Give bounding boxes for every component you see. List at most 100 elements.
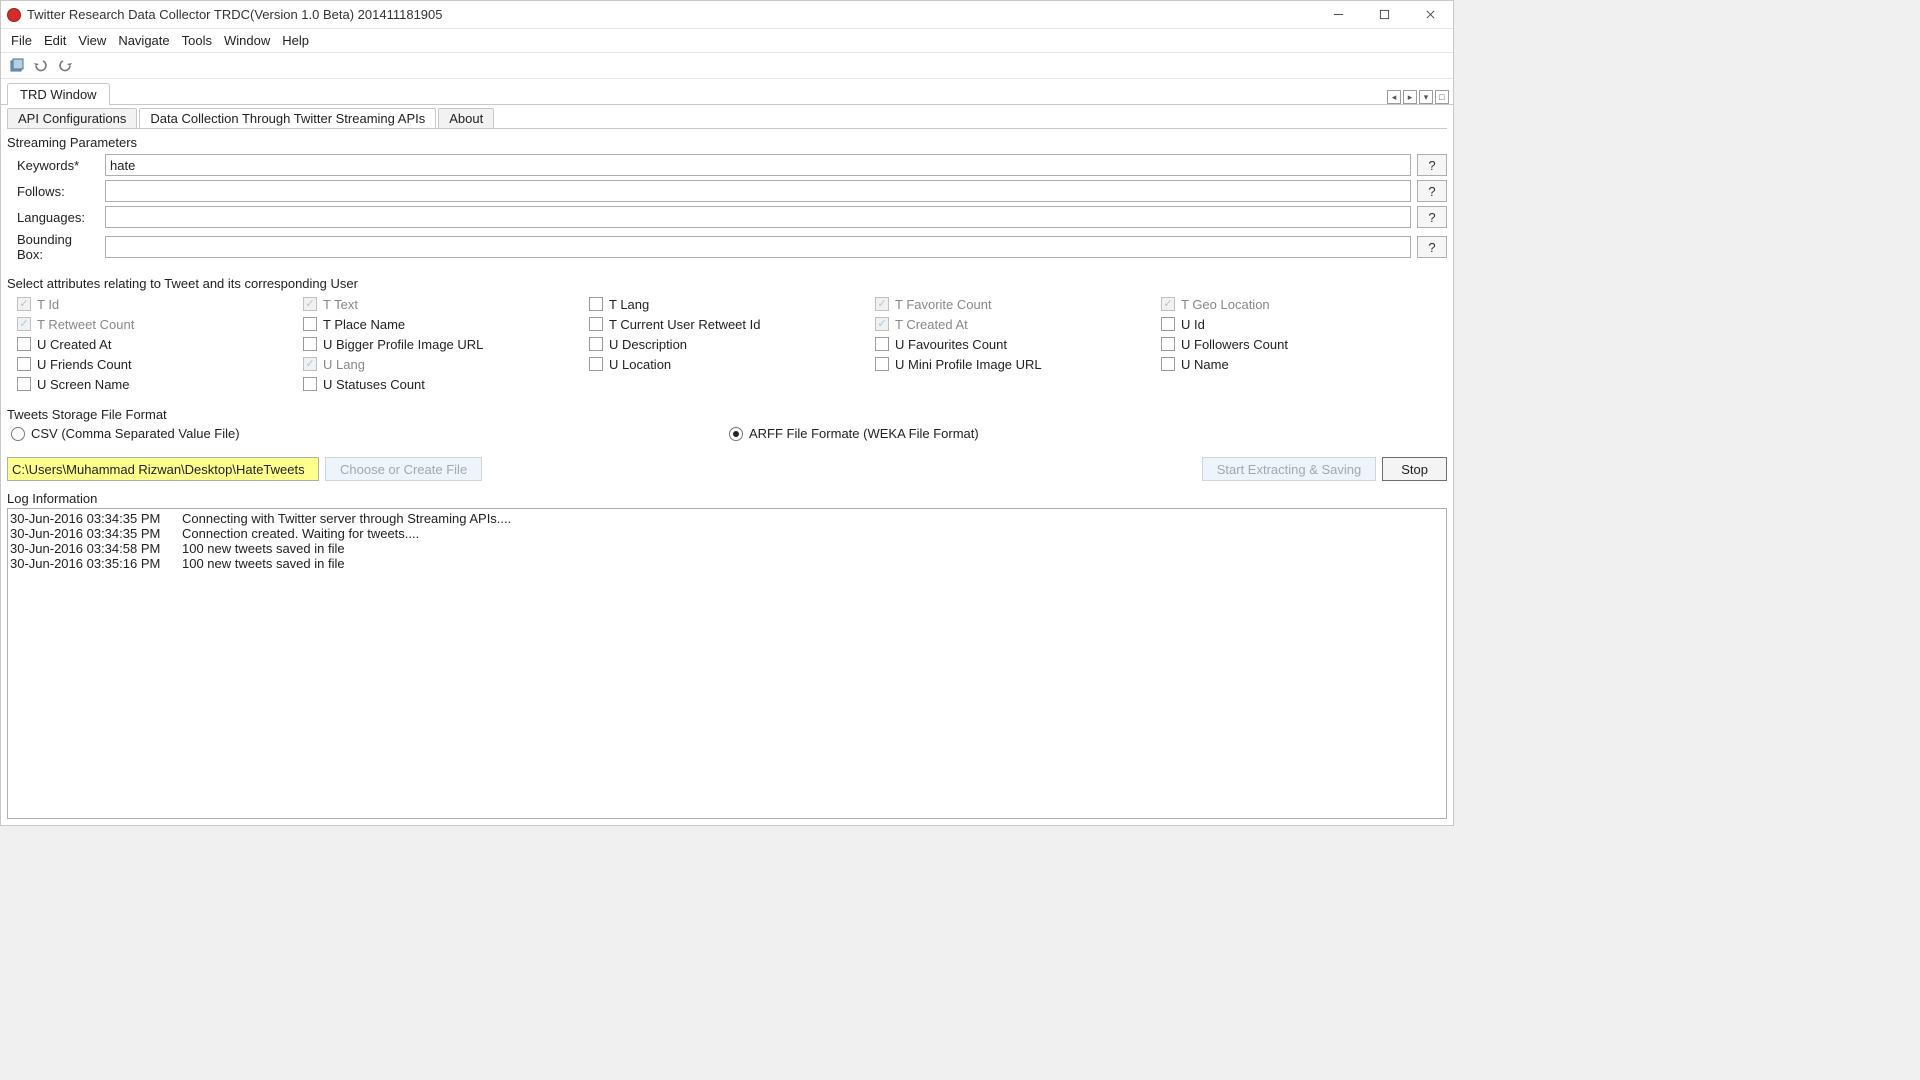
checkbox-u-followers-count[interactable]: U Followers Count (1161, 335, 1447, 353)
keywords-row: Keywords* ? (7, 154, 1447, 176)
menu-tools[interactable]: Tools (176, 33, 218, 48)
minimize-button[interactable] (1315, 1, 1361, 28)
menu-window[interactable]: Window (218, 33, 276, 48)
empty-cell (1161, 375, 1447, 393)
tab-api-configurations[interactable]: API Configurations (7, 108, 137, 128)
application-window: Twitter Research Data Collector TRDC(Ver… (0, 0, 1454, 826)
checkbox-u-location[interactable]: U Location (589, 355, 875, 373)
menu-help[interactable]: Help (276, 33, 315, 48)
languages-input[interactable] (105, 206, 1411, 228)
editor-tabs: TRD Window ◂ ▸ ▾ □ (1, 79, 1453, 105)
start-extracting-button[interactable]: Start Extracting & Saving (1202, 457, 1377, 481)
menu-edit[interactable]: Edit (38, 33, 72, 48)
dropdown-icon[interactable]: ▾ (1419, 90, 1433, 104)
stop-button[interactable]: Stop (1382, 457, 1447, 481)
keywords-label: Keywords* (7, 158, 99, 173)
checkbox-u-friends-count[interactable]: U Friends Count (17, 355, 303, 373)
menu-view[interactable]: View (72, 33, 112, 48)
log-box[interactable]: 30-Jun-2016 03:34:35 PMConnecting with T… (7, 508, 1447, 819)
close-button[interactable] (1407, 1, 1453, 28)
menu-file[interactable]: File (5, 33, 38, 48)
editor-tab-trd-window[interactable]: TRD Window (7, 83, 110, 105)
log-message: Connection created. Waiting for tweets..… (182, 526, 419, 541)
checkbox-t-current-user-retweet-id[interactable]: T Current User Retweet Id (589, 315, 875, 333)
attributes-grid: T IdT TextT LangT Favorite CountT Geo Lo… (7, 295, 1447, 393)
checkbox-u-description[interactable]: U Description (589, 335, 875, 353)
tab-data-collection[interactable]: Data Collection Through Twitter Streamin… (139, 108, 436, 128)
keywords-help-button[interactable]: ? (1417, 154, 1447, 176)
checkbox-label: U Created At (37, 337, 111, 352)
checkbox-u-favourites-count[interactable]: U Favourites Count (875, 335, 1161, 353)
checkbox-t-retweet-count: T Retweet Count (17, 315, 303, 333)
languages-help-button[interactable]: ? (1417, 206, 1447, 228)
redo-icon[interactable] (55, 56, 75, 76)
checkbox-label: U Id (1181, 317, 1205, 332)
action-row: C:\Users\Muhammad Rizwan\Desktop\HateTwe… (7, 457, 1447, 481)
checkbox-box-icon (303, 337, 317, 351)
editor-tab-controls: ◂ ▸ ▾ □ (1385, 90, 1453, 104)
keywords-input[interactable] (105, 154, 1411, 176)
checkbox-box-icon (1161, 297, 1175, 311)
menu-bar: File Edit View Navigate Tools Window Hel… (1, 29, 1453, 53)
radio-arff[interactable]: ARFF File Formate (WEKA File Format) (729, 426, 979, 441)
radio-csv[interactable]: CSV (Comma Separated Value File) (11, 426, 729, 441)
bounding-box-help-button[interactable]: ? (1417, 236, 1447, 258)
checkbox-box-icon (303, 317, 317, 331)
editor-tab-label: TRD Window (20, 87, 97, 102)
checkbox-u-mini-profile-image-url[interactable]: U Mini Profile Image URL (875, 355, 1161, 373)
bounding-box-input[interactable] (105, 236, 1411, 258)
filepath-field[interactable]: C:\Users\Muhammad Rizwan\Desktop\HateTwe… (7, 457, 319, 481)
checkbox-label: U Followers Count (1181, 337, 1288, 352)
follows-label: Follows: (7, 184, 99, 199)
checkbox-box-icon (303, 377, 317, 391)
radio-arff-label: ARFF File Formate (WEKA File Format) (749, 426, 979, 441)
checkbox-t-text: T Text (303, 295, 589, 313)
toolbar (1, 53, 1453, 79)
attributes-title: Select attributes relating to Tweet and … (7, 276, 1447, 291)
maximize-pane-icon[interactable]: □ (1435, 90, 1449, 104)
checkbox-label: U Screen Name (37, 377, 129, 392)
checkbox-u-screen-name[interactable]: U Screen Name (17, 375, 303, 393)
checkbox-t-created-at: T Created At (875, 315, 1161, 333)
follows-input[interactable] (105, 180, 1411, 202)
content-area: API Configurations Data Collection Throu… (1, 105, 1453, 825)
checkbox-u-created-at[interactable]: U Created At (17, 335, 303, 353)
checkbox-label: U Description (609, 337, 687, 352)
checkbox-u-name[interactable]: U Name (1161, 355, 1447, 373)
checkbox-box-icon (875, 337, 889, 351)
checkbox-u-bigger-profile-image-url[interactable]: U Bigger Profile Image URL (303, 335, 589, 353)
checkbox-box-icon (589, 337, 603, 351)
log-timestamp: 30-Jun-2016 03:35:16 PM (10, 556, 182, 571)
follows-help-button[interactable]: ? (1417, 180, 1447, 202)
log-timestamp: 30-Jun-2016 03:34:35 PM (10, 526, 182, 541)
tab-about[interactable]: About (438, 108, 494, 128)
checkbox-u-id[interactable]: U Id (1161, 315, 1447, 333)
checkbox-t-place-name[interactable]: T Place Name (303, 315, 589, 333)
log-message: 100 new tweets saved in file (182, 556, 345, 571)
choose-file-button[interactable]: Choose or Create File (325, 457, 482, 481)
log-title: Log Information (7, 491, 1447, 506)
languages-label: Languages: (7, 210, 99, 225)
checkbox-box-icon (17, 297, 31, 311)
scroll-left-icon[interactable]: ◂ (1387, 90, 1401, 104)
log-line: 30-Jun-2016 03:34:58 PM100 new tweets sa… (10, 541, 1444, 556)
checkbox-u-statuses-count[interactable]: U Statuses Count (303, 375, 589, 393)
scroll-right-icon[interactable]: ▸ (1403, 90, 1417, 104)
checkbox-box-icon (875, 357, 889, 371)
checkbox-label: T Place Name (323, 317, 405, 332)
follows-row: Follows: ? (7, 180, 1447, 202)
maximize-button[interactable] (1361, 1, 1407, 28)
title-bar: Twitter Research Data Collector TRDC(Ver… (1, 1, 1453, 29)
undo-icon[interactable] (31, 56, 51, 76)
menu-navigate[interactable]: Navigate (112, 33, 175, 48)
radio-icon (729, 427, 743, 441)
window-controls (1315, 1, 1453, 28)
radio-csv-label: CSV (Comma Separated Value File) (31, 426, 240, 441)
checkbox-box-icon (875, 297, 889, 311)
checkbox-label: U Mini Profile Image URL (895, 357, 1042, 372)
log-timestamp: 30-Jun-2016 03:34:35 PM (10, 511, 182, 526)
checkbox-label: T Id (37, 297, 59, 312)
save-all-icon[interactable] (7, 56, 27, 76)
checkbox-t-lang[interactable]: T Lang (589, 295, 875, 313)
window-title: Twitter Research Data Collector TRDC(Ver… (27, 7, 1315, 22)
